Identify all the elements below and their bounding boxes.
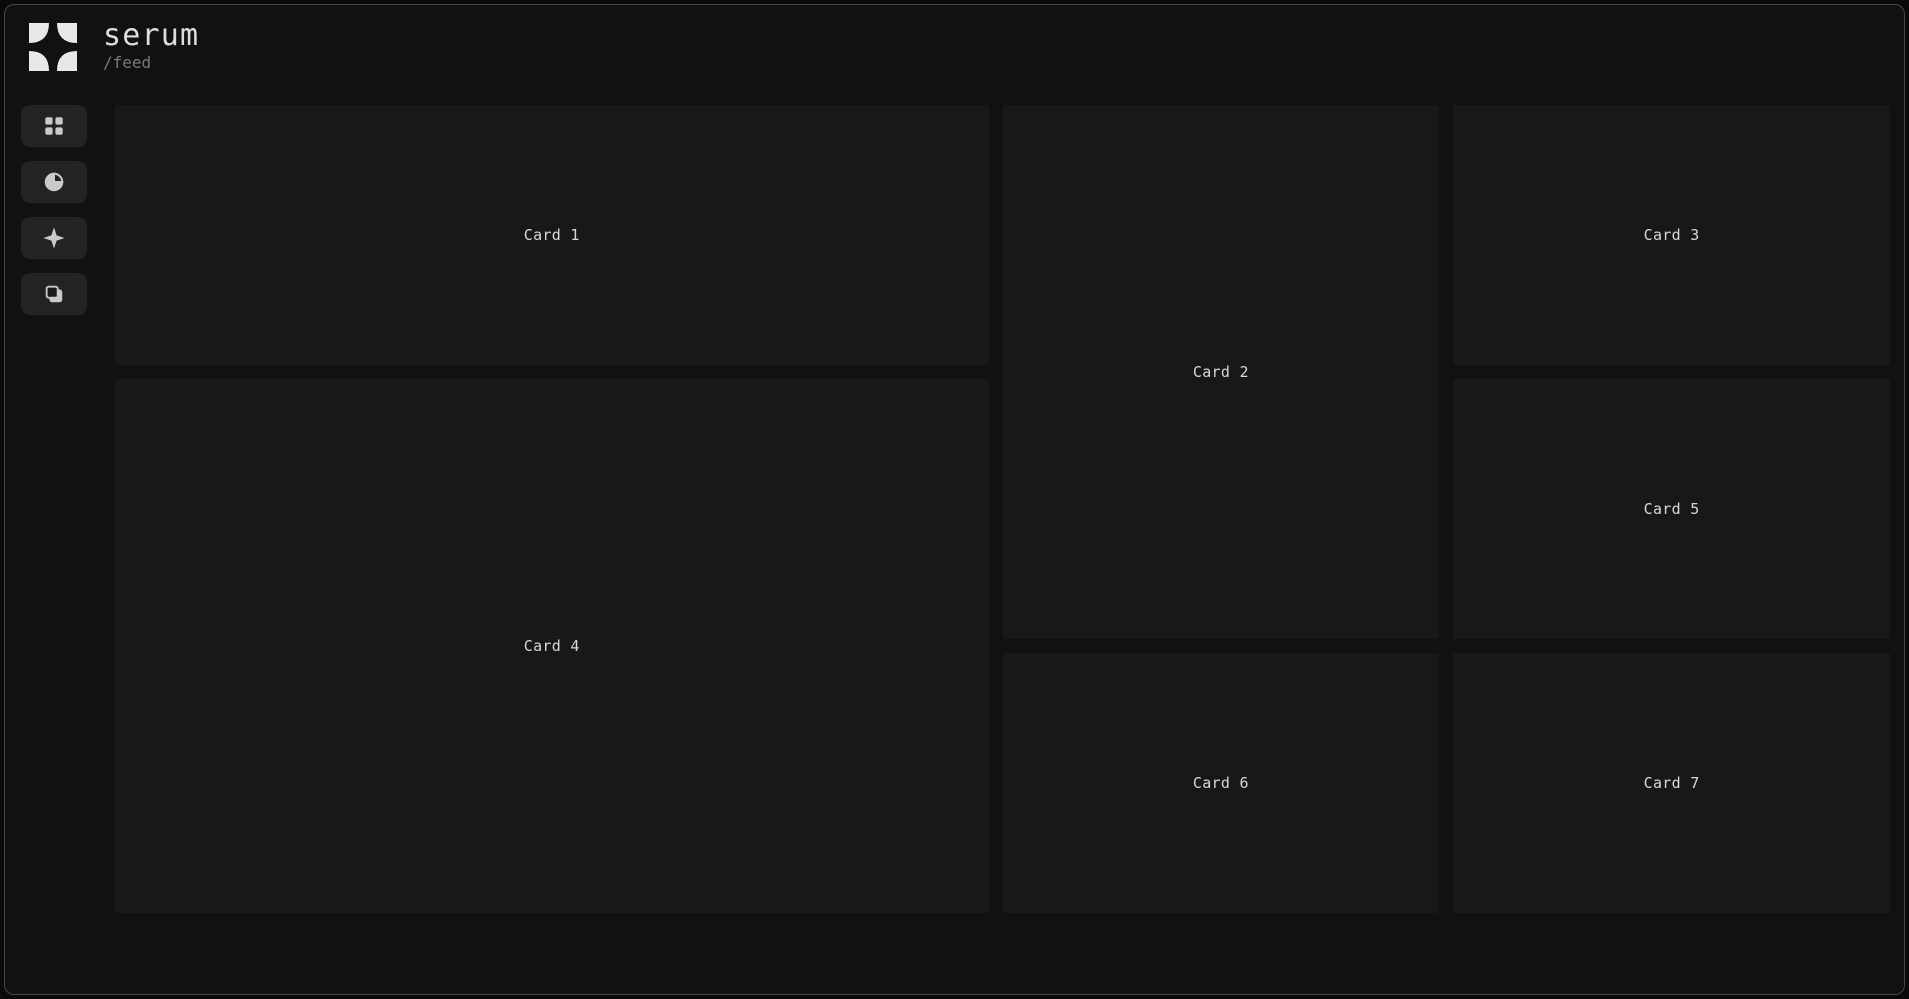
title-block: serum /feed xyxy=(103,21,199,72)
card-label: Card 7 xyxy=(1644,774,1700,792)
app-logo-icon xyxy=(25,19,81,75)
card-5[interactable]: Card 5 xyxy=(1453,379,1890,639)
card-6[interactable]: Card 6 xyxy=(1003,653,1440,913)
card-label: Card 6 xyxy=(1193,774,1249,792)
card-label: Card 2 xyxy=(1193,363,1249,381)
app-subtitle: /feed xyxy=(103,53,199,72)
copy-icon xyxy=(43,283,65,305)
card-1[interactable]: Card 1 xyxy=(115,105,989,365)
card-4[interactable]: Card 4 xyxy=(115,379,989,913)
card-label: Card 3 xyxy=(1644,226,1700,244)
nav-stats-button[interactable] xyxy=(21,161,87,203)
card-2[interactable]: Card 2 xyxy=(1003,105,1440,639)
card-3[interactable]: Card 3 xyxy=(1453,105,1890,365)
sparkle-icon xyxy=(43,227,65,249)
card-label: Card 4 xyxy=(524,637,580,655)
nav-feed-button[interactable] xyxy=(21,105,87,147)
sidebar xyxy=(21,105,87,315)
pie-icon xyxy=(43,171,65,193)
grid-icon xyxy=(43,115,65,137)
card-7[interactable]: Card 7 xyxy=(1453,653,1890,913)
nav-ai-button[interactable] xyxy=(21,217,87,259)
app-title: serum xyxy=(103,21,199,51)
card-label: Card 1 xyxy=(524,226,580,244)
header: serum /feed xyxy=(25,19,199,75)
card-grid: Card 1 Card 2 Card 3 Card 4 Card 5 Card … xyxy=(115,105,1890,980)
card-label: Card 5 xyxy=(1644,500,1700,518)
app-frame: serum /feed xyxy=(4,4,1905,995)
nav-files-button[interactable] xyxy=(21,273,87,315)
